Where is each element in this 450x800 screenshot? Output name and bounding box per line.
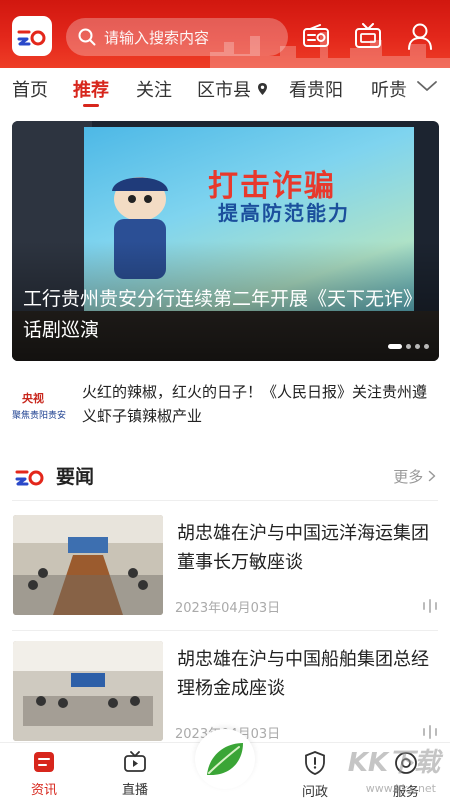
nav-inquiry-label: 问政: [301, 785, 328, 800]
more-link[interactable]: 更多: [393, 466, 436, 487]
nav-live-label: 直播: [121, 783, 148, 798]
expand-tabs-button[interactable]: [416, 78, 438, 97]
radio-icon: [303, 24, 329, 47]
user-icon: [408, 23, 432, 50]
banner-slogan-sub: 提高防范能力: [218, 201, 350, 225]
brief-text: 火红的辣椒，红火的日子！《人民日报》关注贵州遵义虾子镇辣椒产业: [82, 383, 428, 425]
watermark: KK下载: [347, 748, 440, 778]
featured-carousel[interactable]: 打击诈骗 提高防范能力 工行贵州贵安分行连续第二年开展《天下无诈》话剧巡演: [12, 121, 439, 361]
meeting-room-image: [13, 515, 163, 615]
tab-watch-guiyang[interactable]: 看贵阳: [289, 76, 343, 102]
section-logo-icon: [15, 470, 44, 486]
carousel-dot: [424, 344, 429, 349]
carousel-dots: [388, 344, 429, 349]
carousel-dot: [406, 344, 411, 349]
leaf-icon: [207, 743, 243, 775]
audio-bars-icon[interactable]: [422, 725, 438, 739]
nav-news[interactable]: 资讯: [14, 751, 74, 798]
banner-title: 工行贵州贵安分行连续第二年开展《天下无诈》话剧巡演: [23, 288, 423, 341]
location-pin-icon: [257, 83, 267, 95]
tab-home[interactable]: 首页: [12, 76, 48, 102]
thumb-bottom-text: 聚焦贵阳贵安: [12, 411, 67, 421]
section-header: 要闻 更多: [0, 456, 450, 496]
nav-news-label: 资讯: [30, 783, 57, 798]
shield-icon: [305, 751, 325, 775]
profile-button[interactable]: [404, 20, 436, 52]
search-icon: [78, 28, 96, 46]
meeting-room-image: [13, 641, 163, 741]
tv-icon: [124, 751, 146, 772]
search-bar[interactable]: 请输入搜索内容: [66, 18, 288, 56]
tab-districts-label: 区市县: [197, 80, 251, 101]
audio-bars-icon[interactable]: [422, 599, 438, 613]
carousel-dot: [388, 344, 402, 349]
section-title: 要闻: [56, 466, 95, 488]
tab-districts[interactable]: 区市县: [197, 76, 268, 102]
logo-icon: [17, 30, 46, 46]
tab-follow[interactable]: 关注: [136, 76, 172, 102]
carousel-dot: [415, 344, 420, 349]
nav-inquiry[interactable]: 问政: [285, 751, 345, 800]
app-header: 请输入搜索内容: [0, 0, 450, 68]
tv-button[interactable]: [352, 20, 384, 52]
chevron-down-icon: [417, 81, 437, 91]
news-item[interactable]: 胡忠雄在沪与中国远洋海运集团董事长万敏座谈 2023年04月03日: [0, 515, 450, 623]
search-placeholder: 请输入搜索内容: [104, 28, 210, 47]
chevron-right-icon: [428, 470, 436, 482]
watermark-url: www.kkx.net: [365, 782, 436, 795]
active-tab-indicator: [83, 104, 99, 107]
more-label: 更多: [393, 468, 424, 486]
divider: [12, 630, 438, 631]
app-logo[interactable]: [12, 16, 52, 56]
nav-center-button[interactable]: [195, 729, 255, 789]
radio-button[interactable]: [300, 20, 332, 52]
news-title: 胡忠雄在沪与中国船舶集团总经理杨金成座谈: [177, 649, 429, 699]
news-icon: [34, 752, 54, 772]
news-date: 2023年04月03日: [175, 601, 281, 616]
brief-headline[interactable]: 央视 聚焦贵阳贵安 火红的辣椒，红火的日子！《人民日报》关注贵州遵义虾子镇辣椒产…: [12, 380, 440, 440]
tab-recommend[interactable]: 推荐: [73, 76, 109, 102]
brief-thumbnail: 央视 聚焦贵阳贵安: [12, 382, 68, 430]
divider: [12, 500, 438, 501]
news-thumbnail: [13, 641, 163, 741]
thumb-top-text: 央视: [22, 392, 44, 405]
nav-live[interactable]: 直播: [105, 751, 165, 798]
news-title: 胡忠雄在沪与中国远洋海运集团董事长万敏座谈: [177, 523, 429, 573]
news-thumbnail: [13, 515, 163, 615]
channel-tabs: 首页 推荐 关注 区市县 看贵阳 听贵: [0, 68, 450, 110]
tv-icon: [355, 23, 381, 48]
